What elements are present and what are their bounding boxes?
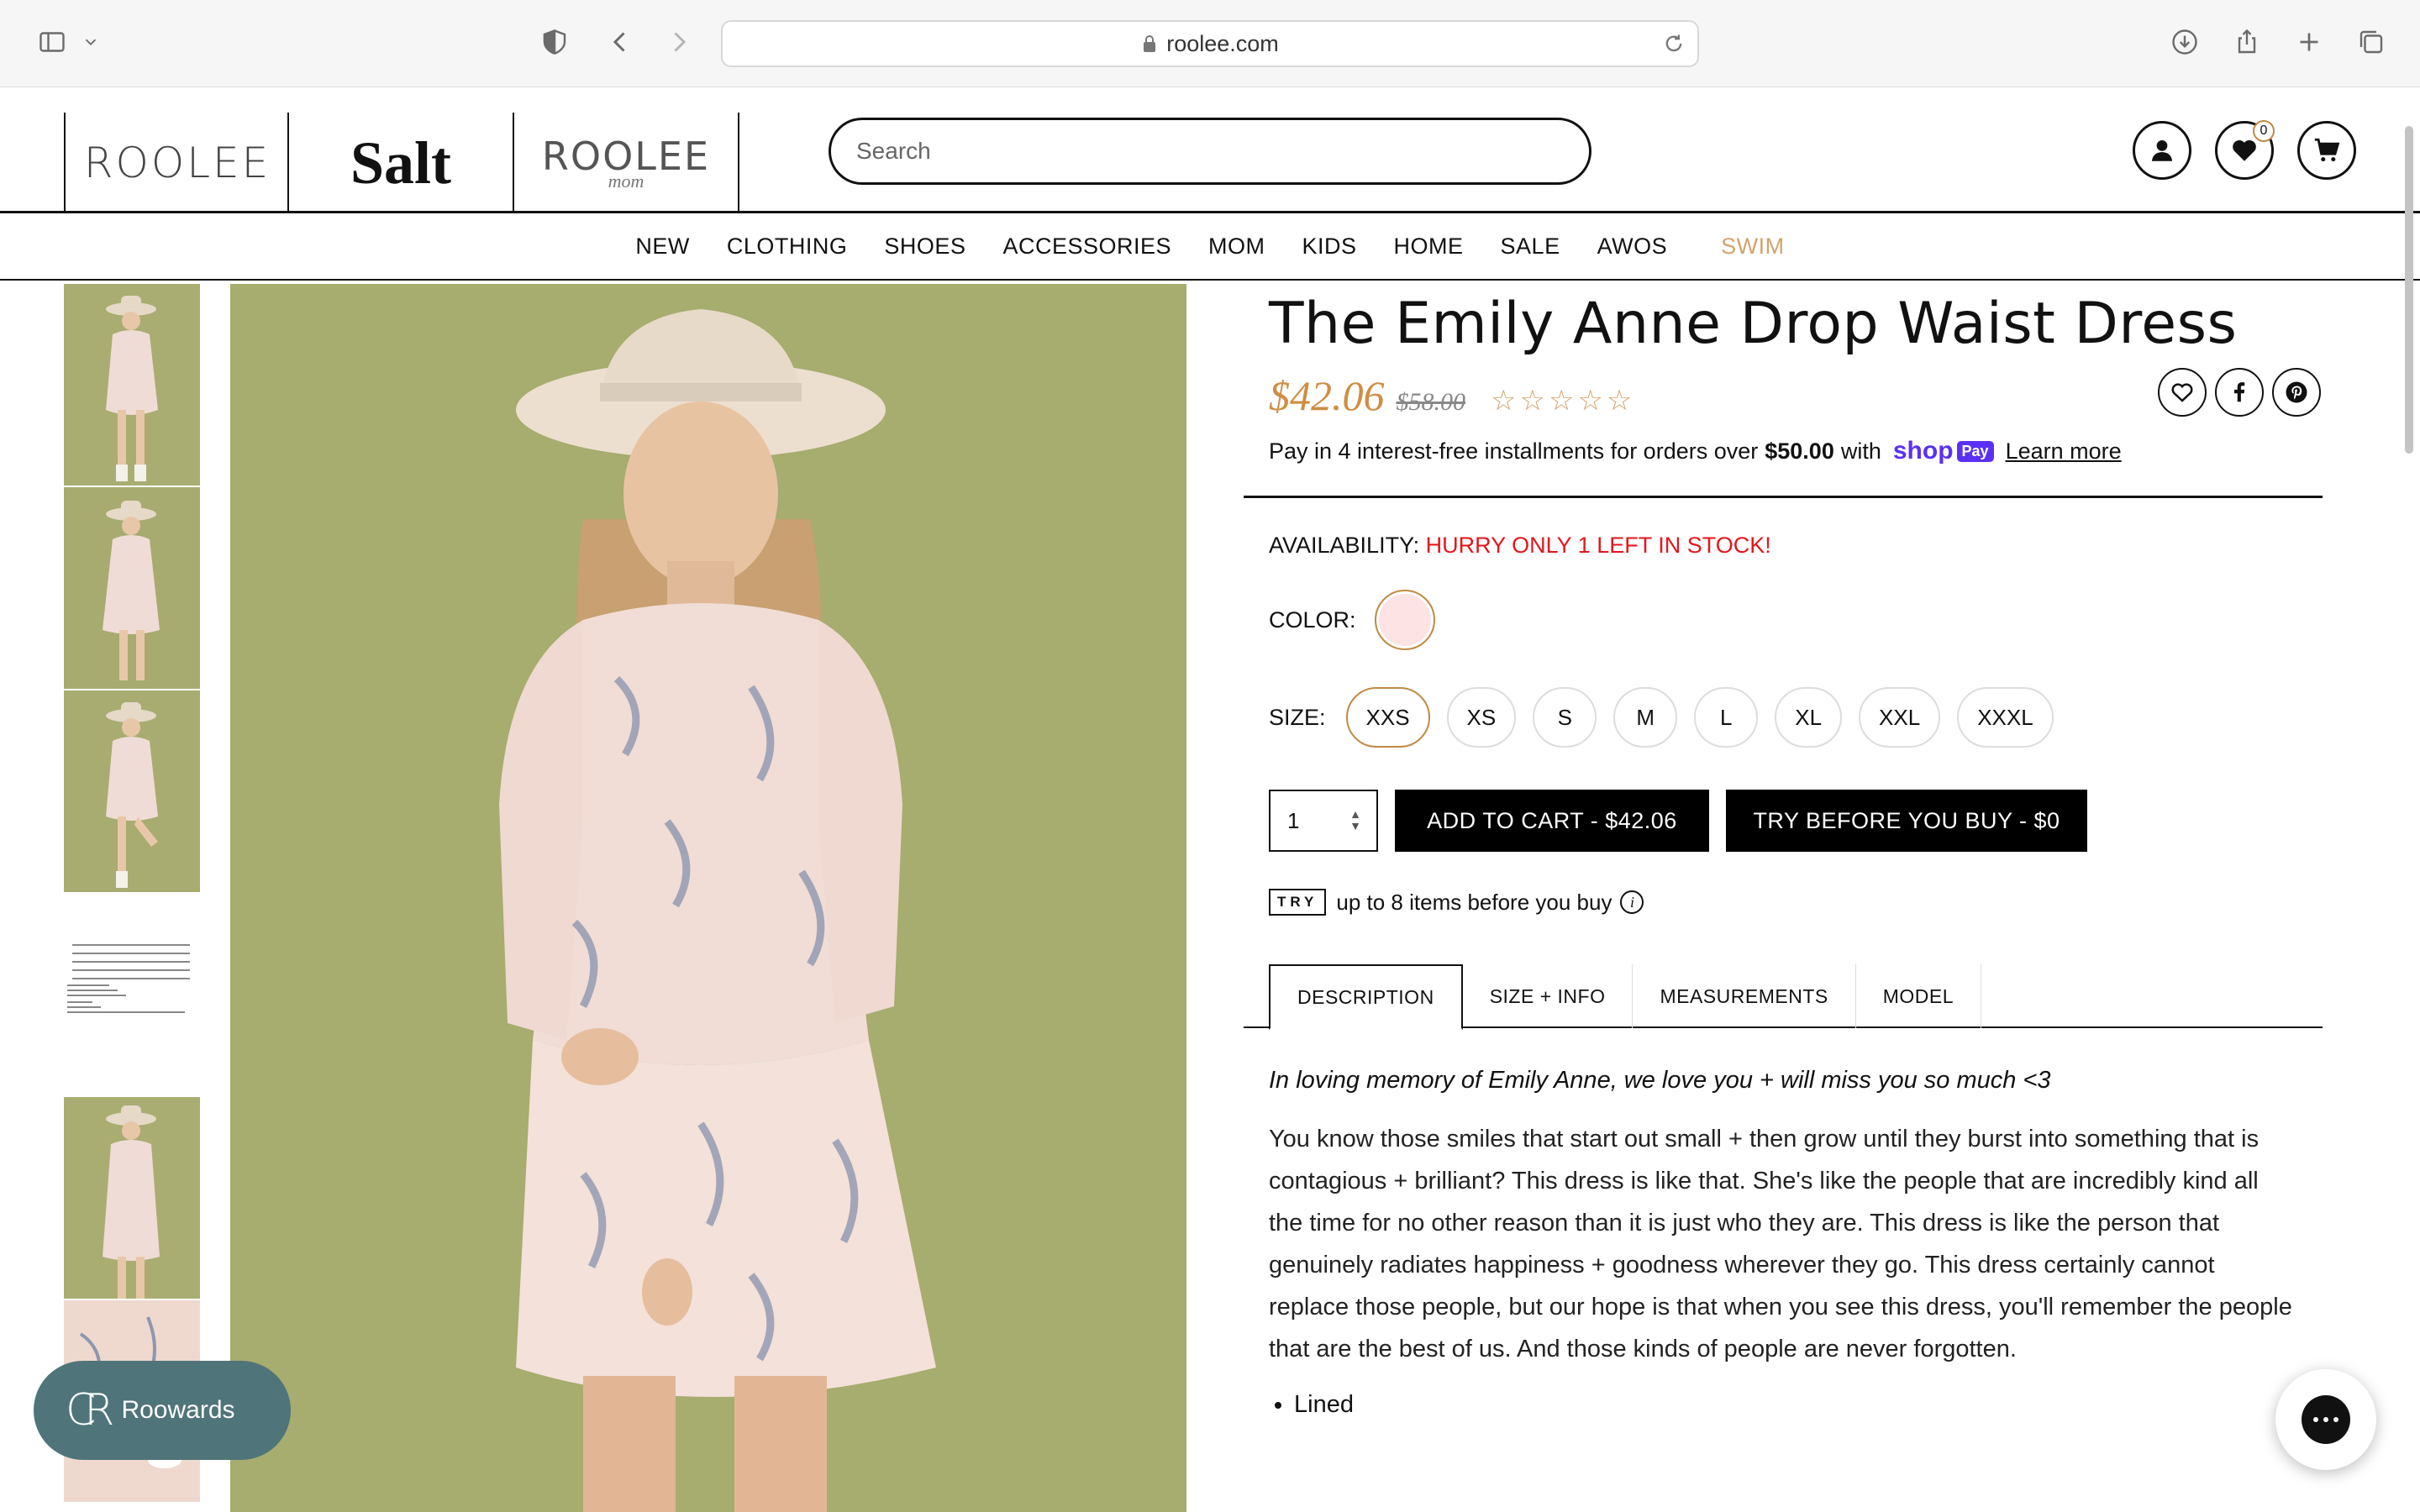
nav-kids[interactable]: KIDS [1284, 234, 1376, 260]
search-box [829, 118, 1591, 185]
color-selector: COLOR: [1269, 590, 1435, 650]
tab-measurements[interactable]: MEASUREMENTS [1633, 964, 1856, 1028]
product-main-image[interactable] [230, 284, 1186, 1512]
rewards-label: Roowards [121, 1396, 235, 1424]
color-swatch-pink[interactable] [1374, 590, 1435, 650]
new-tab-icon[interactable] [2291, 24, 2328, 60]
browser-toolbar: roolee.com [0, 0, 2420, 87]
nav-accessories[interactable]: ACCESSORIES [984, 234, 1190, 260]
back-icon[interactable] [602, 24, 639, 60]
stock-status: HURRY ONLY 1 LEFT IN STOCK! [1425, 533, 1771, 558]
size-chart-thumbnail[interactable] [64, 894, 200, 1095]
availability: AVAILABILITY: HURRY ONLY 1 LEFT IN STOCK… [1269, 533, 1771, 558]
scrollbar[interactable] [2405, 126, 2413, 454]
tab-model[interactable]: MODEL [1856, 964, 1982, 1028]
tab-size-info[interactable]: SIZE + INFO [1463, 964, 1634, 1028]
try-before-you-buy-button[interactable]: TRY BEFORE YOU BUY - $0 [1726, 790, 2087, 852]
salt-logo[interactable]: Salt [287, 113, 513, 213]
add-to-cart-button[interactable]: ADD TO CART - $42.06 [1395, 790, 1709, 852]
facebook-icon[interactable] [2215, 368, 2264, 417]
nav-mom[interactable]: MOM [1190, 234, 1283, 260]
description-panel: In loving memory of Emily Anne, we love … [1269, 1067, 2294, 1425]
share-icon[interactable] [2228, 24, 2265, 60]
size-option-xxl[interactable]: XXL [1859, 687, 1941, 748]
size-option-l[interactable]: L [1694, 687, 1759, 748]
nav-home[interactable]: HOME [1376, 234, 1482, 260]
account-icon[interactable] [2133, 121, 2191, 180]
size-option-m[interactable]: M [1613, 687, 1678, 748]
tab-description[interactable]: DESCRIPTION [1269, 964, 1463, 1030]
compare-price: $58.00 [1396, 388, 1466, 416]
wishlist-icon[interactable]: 0 [2215, 120, 2275, 180]
description-text: You know those smiles that start out sma… [1269, 1126, 2292, 1362]
learn-more-link[interactable]: Learn more [2006, 438, 2122, 465]
pinterest-icon[interactable] [2272, 368, 2321, 417]
address-bar[interactable]: roolee.com [721, 20, 1699, 67]
rewards-logo-icon: CR [66, 1385, 115, 1436]
sale-price: $42.06 [1269, 372, 1385, 419]
forward-icon[interactable] [660, 24, 697, 60]
installments-message: Pay in 4 interest-free installments for … [1269, 437, 2122, 465]
main-nav: NEW CLOTHING SHOES ACCESSORIES MOM KIDS … [0, 213, 2420, 281]
roolee-logo[interactable]: ROOLEE [64, 113, 289, 213]
chat-button[interactable] [2275, 1369, 2376, 1470]
try-badge: TRY [1269, 889, 1327, 916]
size-option-xxxl[interactable]: XXXL [1957, 687, 2054, 748]
reload-icon[interactable] [1662, 32, 1686, 55]
product-thumbnail[interactable] [64, 487, 200, 689]
info-icon[interactable]: i [1620, 890, 1644, 914]
product-tabs: DESCRIPTION SIZE + INFO MEASUREMENTS MOD… [1244, 964, 2323, 1030]
product-title: The Emily Anne Drop Waist Dress [1269, 291, 2238, 357]
tabs-icon[interactable] [2353, 24, 2390, 60]
size-option-xs[interactable]: XS [1446, 687, 1517, 748]
rewards-button[interactable]: CR Roowards [34, 1361, 291, 1460]
search-input[interactable] [856, 138, 1589, 165]
feature-list: Lined [1294, 1383, 2294, 1425]
chevron-down-icon[interactable] [79, 24, 103, 60]
nav-clothing[interactable]: CLOTHING [708, 234, 866, 260]
size-option-xl[interactable]: XL [1775, 687, 1843, 748]
list-item: Lined [1294, 1383, 2294, 1425]
wishlist-heart-icon[interactable] [2158, 368, 2207, 417]
size-option-xxs[interactable]: XXS [1345, 687, 1430, 748]
thumbnail-strip [64, 284, 200, 1504]
nav-sale[interactable]: SALE [1482, 234, 1579, 260]
price-row: $42.06 $58.00 ☆☆☆☆☆ [1269, 371, 1635, 420]
product-thumbnail[interactable] [64, 1097, 200, 1299]
nav-shoes[interactable]: SHOES [865, 234, 984, 260]
nav-awos[interactable]: AWOS [1579, 234, 1686, 260]
quantity-value: 1 [1287, 807, 1300, 833]
shield-icon[interactable] [536, 24, 573, 60]
size-option-s[interactable]: S [1533, 687, 1597, 748]
download-icon[interactable] [2166, 24, 2203, 60]
divider [1244, 496, 2323, 498]
wishlist-count-badge: 0 [2253, 120, 2275, 142]
roolee-mom-logo[interactable]: ROOLEE mom [513, 113, 739, 213]
memorial-note: In loving memory of Emily Anne, we love … [1269, 1067, 2051, 1094]
nav-swim[interactable]: SWIM [1702, 234, 1803, 260]
quantity-stepper[interactable]: 1 ▲ ▼ [1269, 790, 1378, 852]
shop-pay-logo: shop Pay [1893, 437, 1994, 465]
size-selector: SIZE: XXS XS S M L XL XXL XXXL [1269, 687, 2070, 748]
stepper-arrows-icon[interactable]: ▲ ▼ [1349, 808, 1361, 832]
product-thumbnail[interactable] [64, 690, 200, 892]
lock-icon [1144, 35, 1156, 52]
try-info: TRY up to 8 items before you buy i [1269, 889, 1644, 916]
chat-bubble-icon [2302, 1395, 2350, 1444]
url-text: roolee.com [1166, 30, 1279, 56]
sidebar-icon[interactable] [34, 24, 71, 60]
cart-icon[interactable] [2297, 121, 2356, 180]
nav-new[interactable]: NEW [617, 234, 708, 260]
product-thumbnail[interactable] [64, 284, 200, 486]
rating-stars[interactable]: ☆☆☆☆☆ [1491, 384, 1635, 417]
site-header: ROOLEE Salt ROOLEE mom 0 [0, 87, 2420, 213]
